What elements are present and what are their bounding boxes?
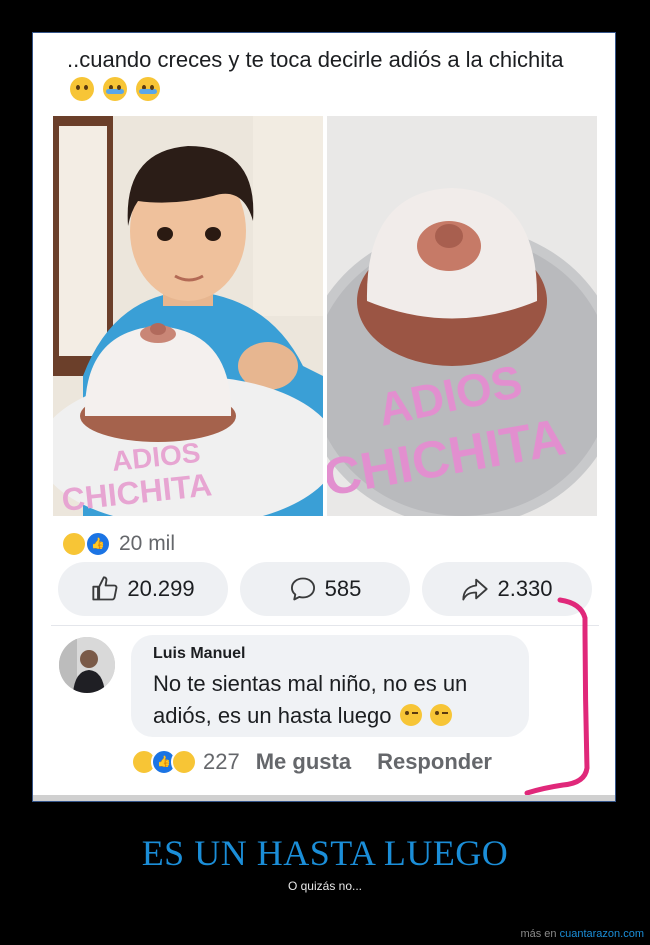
post-text-body: ..cuando creces y te toca decirle adiós … — [67, 47, 564, 72]
avatar-image — [59, 637, 115, 693]
like-reaction-icon: 👍 — [85, 531, 111, 557]
reaction-summary[interactable]: 👍 20 mil — [61, 529, 175, 559]
photo-boy-with-cake[interactable]: ADIOS CHICHITA — [53, 116, 323, 516]
photo-cake-closeup[interactable]: ADIOS CHICHITA — [327, 116, 597, 516]
credit-prefix: más en — [520, 928, 557, 940]
comment-reaction-count[interactable]: 227 — [203, 749, 240, 775]
like-count: 20.299 — [127, 576, 195, 601]
post-card: ..cuando creces y te toca decirle adiós … — [32, 32, 616, 802]
post-text: ..cuando creces y te toca decirle adiós … — [67, 45, 567, 105]
photo-cake-illustration: ADIOS CHICHITA — [327, 116, 597, 516]
post-actions: 20.299 585 2.330 — [58, 562, 592, 616]
loudly-crying-face-icon — [136, 77, 161, 101]
share-button[interactable]: 2.330 — [422, 562, 592, 616]
winking-face-icon — [429, 704, 452, 726]
comment-button[interactable]: 585 — [240, 562, 410, 616]
pleading-face-icon — [70, 77, 94, 101]
comment-meta: 👍 227 Me gusta Responder — [131, 747, 518, 777]
thumbs-up-icon — [92, 576, 118, 601]
photo-boy-illustration: ADIOS CHICHITA — [53, 116, 323, 516]
comment-bubble: Luis Manuel No te sientas mal niño, no e… — [131, 635, 529, 737]
comment-reply-button[interactable]: Responder — [377, 749, 492, 775]
like-button[interactable]: 20.299 — [58, 562, 228, 616]
winking-face-icon — [399, 704, 422, 726]
share-count: 2.330 — [497, 576, 553, 601]
share-icon — [462, 578, 489, 601]
commenter-avatar[interactable] — [59, 637, 115, 693]
meme-subline: O quizás no... — [287, 879, 363, 893]
haha-reaction-icon — [61, 531, 87, 557]
site-credit: más en cuantarazon.com — [520, 928, 644, 940]
comment-author[interactable]: Luis Manuel — [153, 645, 245, 663]
credit-site-link[interactable]: cuantarazon.com — [560, 928, 644, 940]
comment-icon — [290, 577, 315, 601]
comment-text: No te sientas mal niño, no es un adiós, … — [153, 668, 513, 732]
meme-headline: ES UN HASTA LUEGO — [141, 833, 509, 873]
bottom-bar — [33, 795, 615, 801]
comment-count: 585 — [324, 576, 362, 601]
wow-reaction-icon — [171, 749, 197, 775]
comment-like-button[interactable]: Me gusta — [256, 749, 351, 775]
divider — [51, 625, 599, 626]
reaction-count: 20 mil — [119, 532, 176, 555]
loudly-crying-face-icon — [103, 77, 128, 101]
